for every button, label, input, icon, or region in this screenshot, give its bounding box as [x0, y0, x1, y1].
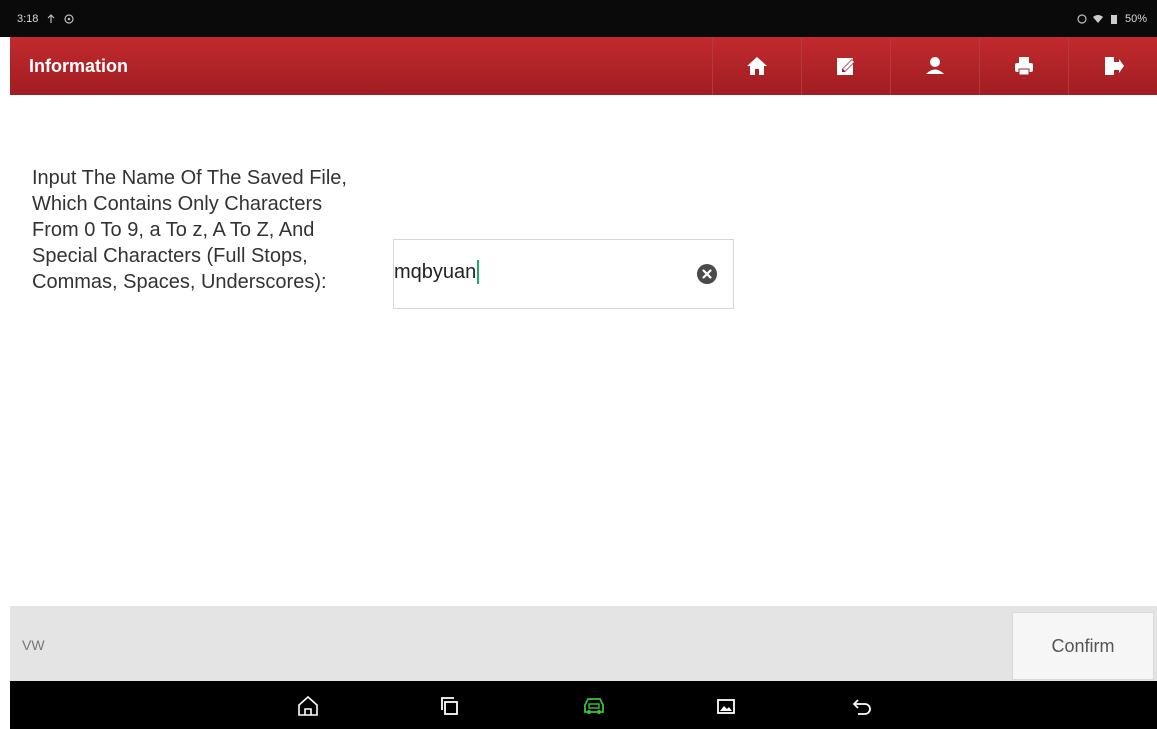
usb-icon [47, 14, 55, 23]
user-button[interactable] [890, 37, 979, 95]
wifi-icon [1092, 15, 1103, 23]
filename-input-value: mqbyuan [394, 260, 477, 283]
toolbar [712, 37, 1157, 95]
filename-input-value-wrap: mqbyuan [394, 260, 480, 284]
battery-icon [1110, 15, 1117, 24]
home-outline-icon[interactable] [297, 695, 319, 717]
clear-input-button[interactable] [697, 264, 717, 284]
home-button[interactable] [712, 37, 801, 95]
page-title: Information [29, 56, 128, 76]
filename-input[interactable]: mqbyuan [393, 239, 734, 309]
vehicle-label: VW [22, 637, 45, 653]
car-diagnostic-icon[interactable] [581, 695, 607, 717]
confirm-button[interactable]: Confirm [1012, 612, 1154, 680]
alarm-icon [1077, 14, 1087, 24]
clear-icon [702, 269, 712, 279]
home-icon [747, 57, 767, 75]
text-caret [477, 260, 480, 284]
battery-level: 50% [1124, 13, 1147, 25]
exit-button[interactable] [1068, 37, 1157, 95]
exit-icon [1105, 57, 1124, 75]
filename-prompt: Input The Name Of The Saved File, Which … [32, 167, 347, 293]
edit-report-icon [837, 58, 855, 75]
status-bar: 3:18 50% [0, 0, 1157, 37]
status-time: 3:18 [17, 13, 39, 25]
screenshot-icon[interactable] [715, 695, 737, 717]
title-bar: Information [10, 37, 1157, 97]
print-icon [1015, 57, 1033, 76]
edit-report-button[interactable] [801, 37, 890, 95]
print-button[interactable] [979, 37, 1068, 95]
back-icon[interactable] [850, 695, 872, 717]
content-area: Input The Name Of The Saved File, Which … [10, 95, 1157, 606]
user-icon [926, 57, 944, 74]
recent-apps-icon[interactable] [439, 695, 461, 717]
navigation-bar [10, 681, 1157, 729]
footer-bar: VW Confirm [10, 606, 1157, 681]
sync-icon [64, 14, 75, 24]
